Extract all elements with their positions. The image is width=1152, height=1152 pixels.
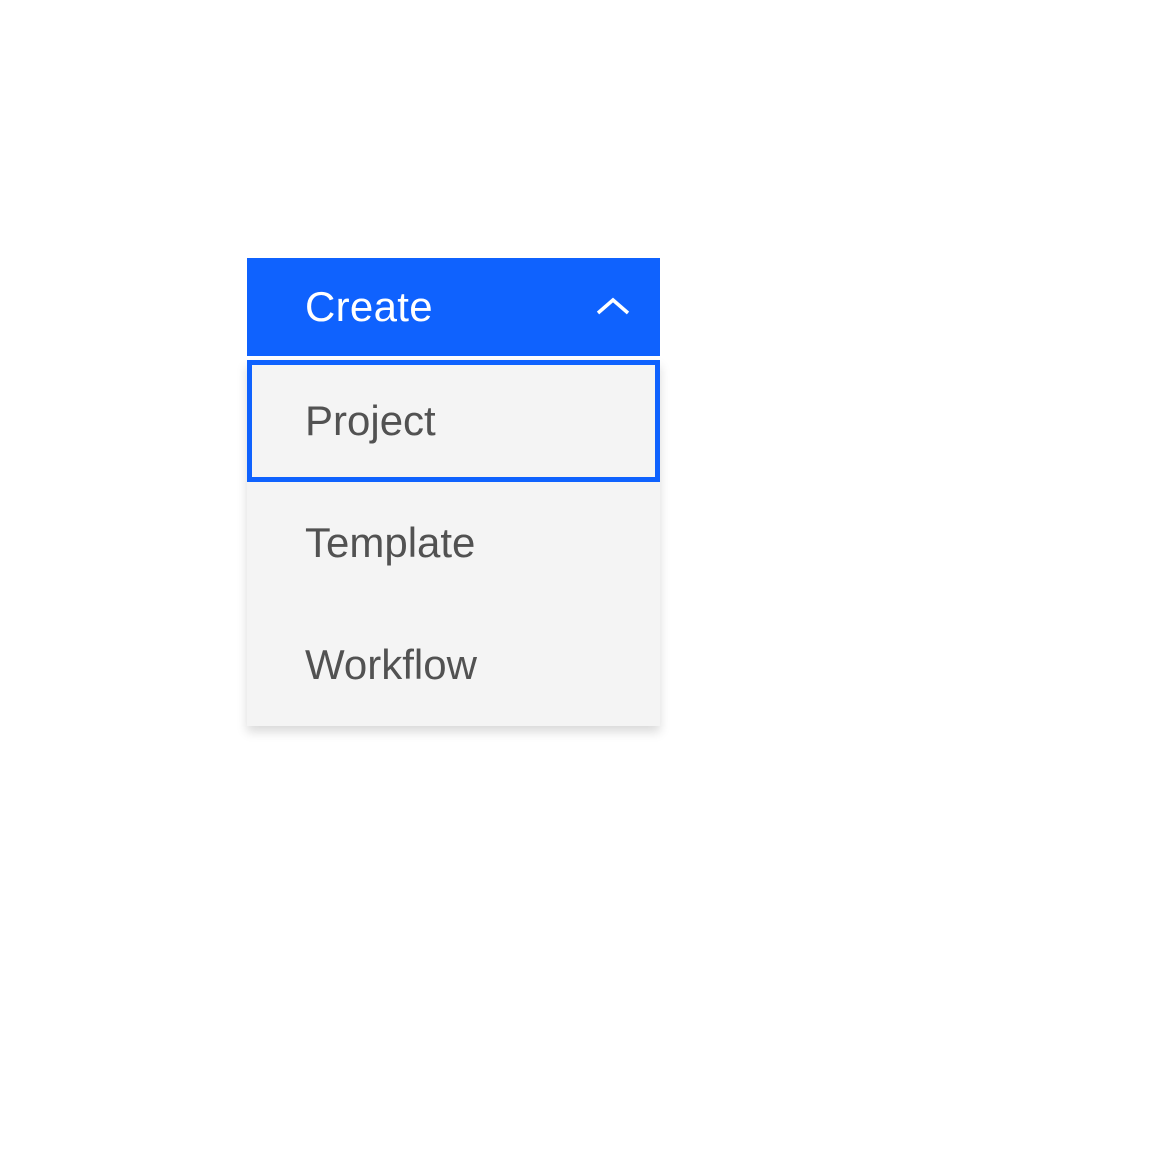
menu-item-project[interactable]: Project [247,360,660,482]
chevron-up-icon [592,286,634,328]
create-button[interactable]: Create [247,258,660,356]
dropdown-menu: Project Template Workflow [247,360,660,726]
menu-item-label: Template [305,519,475,567]
menu-item-workflow[interactable]: Workflow [247,604,660,726]
menu-item-label: Workflow [305,641,477,689]
menu-item-template[interactable]: Template [247,482,660,604]
create-dropdown: Create Project Template Workflow [247,258,660,726]
create-button-label: Create [305,283,433,331]
menu-item-label: Project [305,397,436,445]
